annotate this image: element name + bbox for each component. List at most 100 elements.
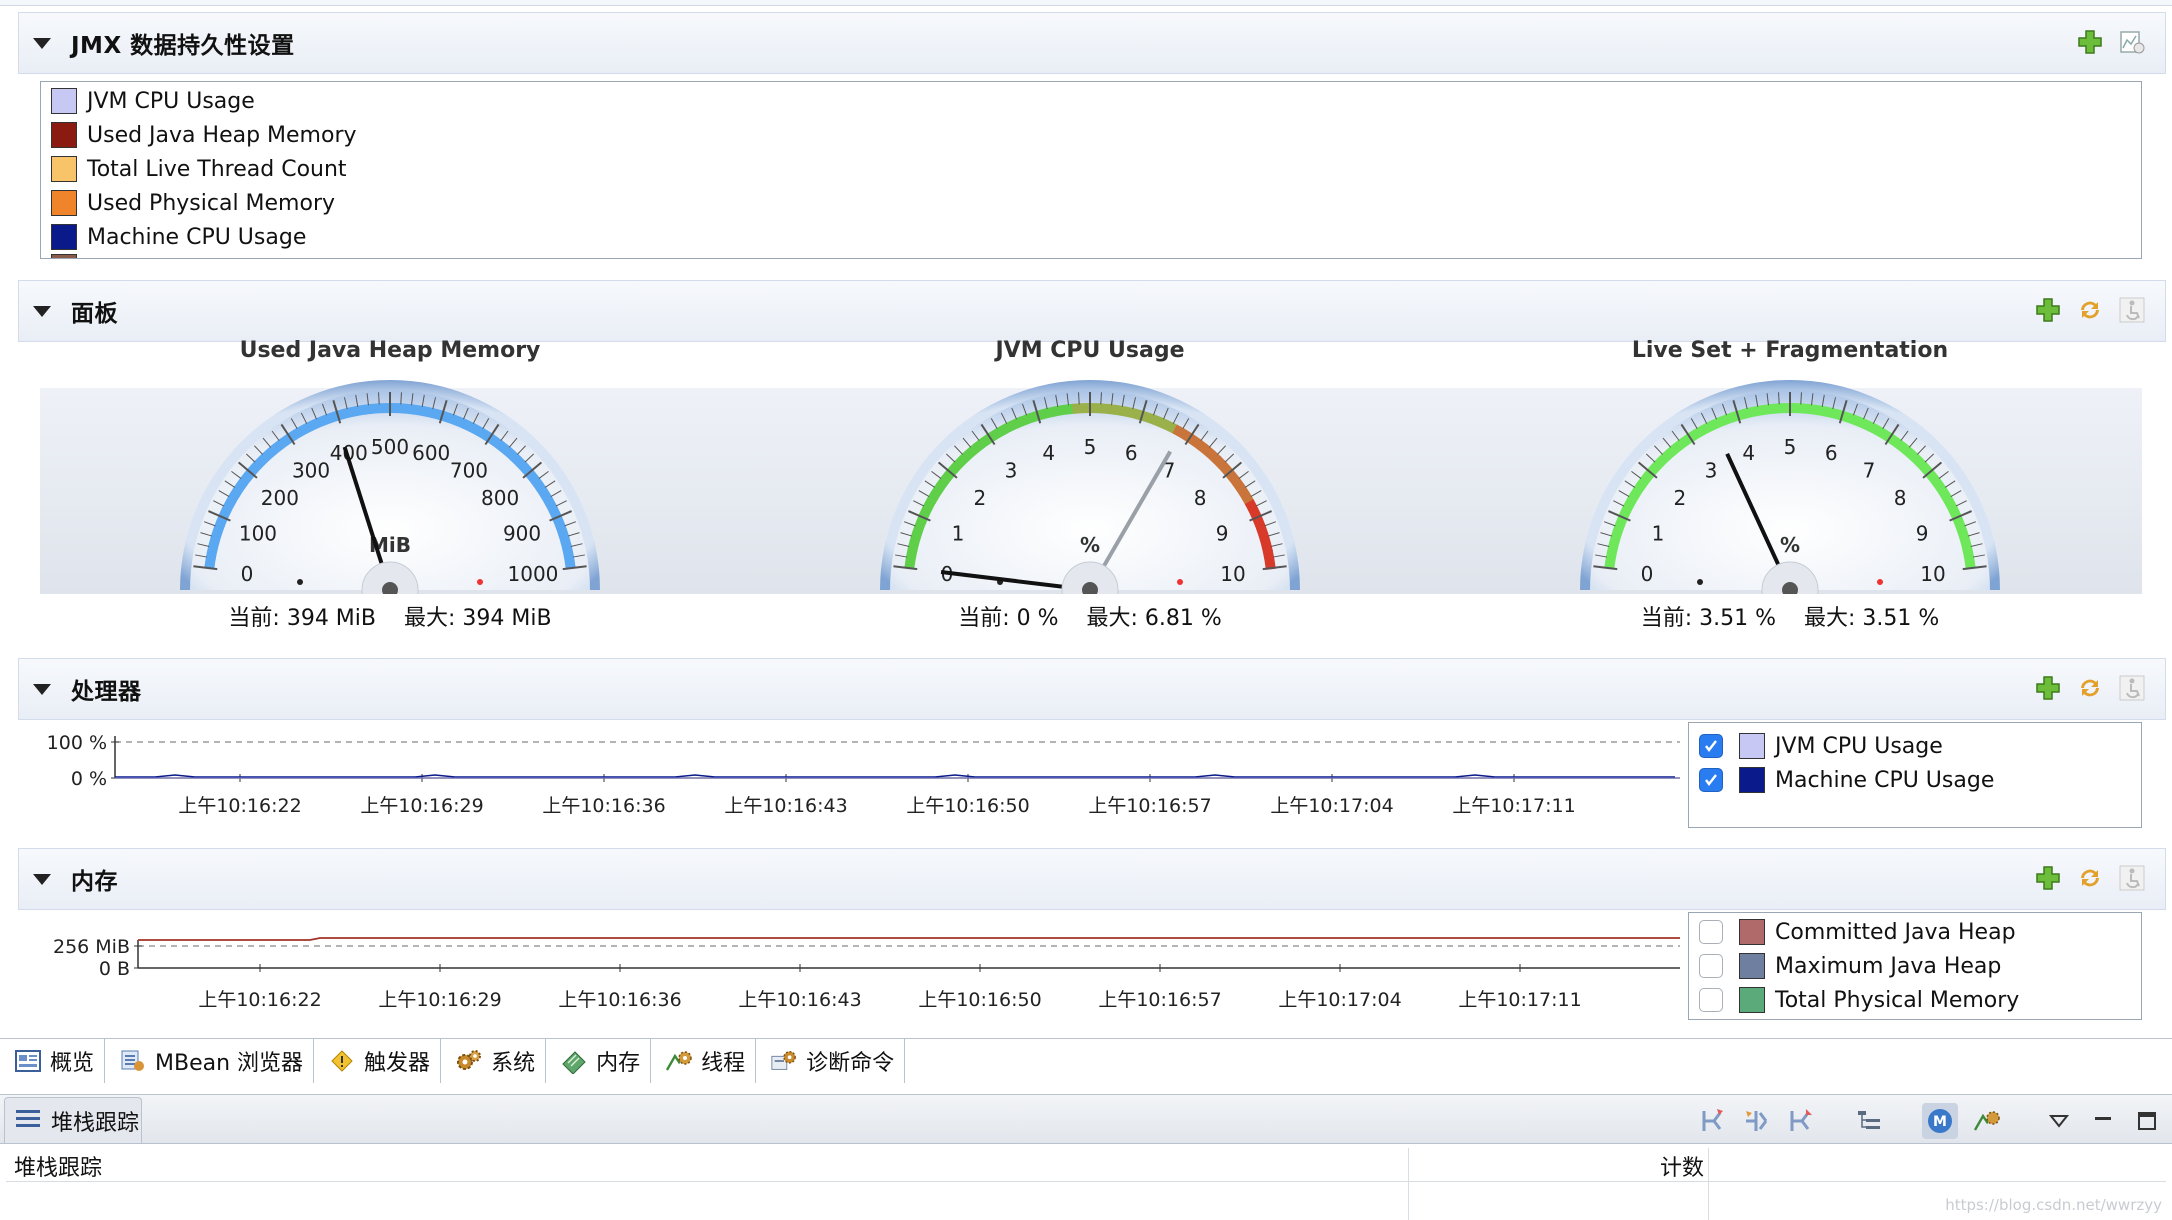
gauge-band (1258, 532, 1273, 553)
watermark-text: https://blog.csdn.net/wwrzyy (1945, 1196, 2162, 1214)
refresh-arrows-icon[interactable] (2075, 863, 2105, 893)
x-tick-label: 上午10:16:43 (738, 989, 861, 1011)
gauge-band (912, 514, 929, 536)
gauge-tick-label: 5 (1084, 435, 1097, 459)
gauge-tick (1078, 392, 1080, 405)
stack-down-arrow-icon[interactable] (1786, 1106, 1816, 1136)
gauge-tick (378, 392, 380, 405)
column-divider[interactable] (1708, 1148, 1709, 1220)
collapse-triangle-icon[interactable] (33, 305, 51, 317)
clipped-list-item (51, 254, 77, 258)
memory-section-header[interactable]: 内存 (18, 848, 2166, 910)
column-header-stack-trace[interactable]: 堆栈跟踪 (14, 1150, 102, 1182)
processor-section-header[interactable]: 处理器 (18, 658, 2166, 720)
column-divider[interactable] (1408, 1148, 1409, 1220)
gauge-band (1036, 406, 1058, 421)
y-tick-label: 0 % (71, 768, 107, 790)
dashboard-section-header[interactable]: 面板 (18, 280, 2166, 342)
color-swatch (51, 224, 77, 250)
checkbox-unchecked[interactable] (1699, 954, 1723, 978)
stack-merge-arrow-icon[interactable] (1742, 1106, 1772, 1136)
legend-label: Machine CPU Usage (1775, 767, 1995, 793)
method-m-icon[interactable]: M (1922, 1103, 1958, 1139)
legend-label: JVM CPU Usage (1775, 733, 1943, 759)
collapse-triangle-icon[interactable] (33, 683, 51, 695)
view-tab-stack-trace[interactable]: 堆栈跟踪 (4, 1097, 142, 1143)
checkbox-unchecked[interactable] (1699, 988, 1723, 1012)
accessibility-icon[interactable] (2117, 295, 2147, 325)
add-plus-icon[interactable] (2075, 27, 2105, 57)
tab-threads[interactable]: 线程 (651, 1039, 757, 1083)
tree-view-icon[interactable] (1854, 1106, 1884, 1136)
list-item[interactable]: JVM CPU Usage (41, 84, 2141, 118)
legend-item[interactable]: Total Physical Memory (1689, 983, 2141, 1017)
tab-overview[interactable]: 概览 (0, 1039, 106, 1083)
list-item[interactable]: Machine CPU Usage (41, 220, 2141, 254)
attribute-label: Total Live Thread Count (87, 156, 347, 182)
maximize-icon[interactable] (2132, 1106, 2162, 1136)
minimize-icon[interactable] (2088, 1106, 2118, 1136)
legend-item[interactable]: JVM CPU Usage (1689, 729, 2141, 763)
gauge-tick-label: 4 (1742, 441, 1755, 465)
color-swatch (1739, 987, 1765, 1013)
tab-label: MBean 浏览器 (155, 1051, 304, 1076)
gauge-tick-label: 9 (1916, 522, 1929, 546)
column-header-count[interactable]: 计数 (1660, 1150, 1704, 1182)
refresh-arrows-icon[interactable] (2075, 673, 2105, 703)
view-menu-chevron-icon[interactable] (2044, 1106, 2074, 1136)
gauge-tick-label: 8 (1194, 486, 1207, 510)
color-swatch (51, 190, 77, 216)
gauge-band (904, 548, 918, 569)
gauge-band (1262, 549, 1276, 570)
tab-mbean-browser[interactable]: MBean 浏览器 (105, 1039, 315, 1083)
tab-triggers[interactable]: 触发器 (314, 1039, 442, 1083)
gauge-band (1123, 406, 1145, 421)
processor-chart[interactable]: 100 % 0 % 上午10:16:22 上午10:16:29 上午10:16:36 上午… (40, 724, 1680, 824)
accessibility-icon[interactable] (2117, 673, 2147, 703)
gauge-dial: 0 1234 5 6 789 10% (1580, 380, 2000, 594)
checkbox-checked[interactable] (1699, 734, 1723, 758)
list-item[interactable]: Total Live Thread Count (41, 152, 2141, 186)
checkbox-unchecked[interactable] (1699, 920, 1723, 944)
gauge-tick-label: 6 (1125, 441, 1138, 465)
collapse-triangle-icon[interactable] (33, 873, 51, 885)
gauge-face (190, 390, 590, 590)
jmx-persistence-section-header[interactable]: JMX 数据持久性设置 (18, 12, 2166, 74)
tab-diagnostic-commands[interactable]: 诊断命令 (756, 1039, 906, 1083)
refresh-arrows-icon[interactable] (2075, 295, 2105, 325)
gauge-tick-label: 5 (1784, 435, 1797, 459)
system-gears-icon (455, 1047, 483, 1075)
color-swatch (1739, 919, 1765, 945)
chart-settings-icon[interactable] (2117, 27, 2147, 57)
gauge-tick-label: 0 (241, 562, 254, 586)
add-plus-icon[interactable] (2033, 295, 2063, 325)
accessibility-icon[interactable] (2117, 863, 2147, 893)
list-item[interactable]: Used Physical Memory (41, 186, 2141, 220)
tab-system[interactable]: 系统 (441, 1039, 547, 1083)
checkbox-checked[interactable] (1699, 768, 1723, 792)
x-tick-label: 上午10:16:36 (558, 989, 681, 1011)
gauge-tick-label: 1 (1652, 522, 1665, 546)
legend-item[interactable]: Maximum Java Heap (1689, 949, 2141, 983)
stack-up-arrow-icon[interactable] (1698, 1106, 1728, 1136)
svg-text:M: M (1933, 1114, 1947, 1130)
tab-memory[interactable]: 内存 (546, 1039, 652, 1083)
memory-chart[interactable]: 256 MiB 0 B 上午10:16:22 上午10:16:29 上午10:16:36… (40, 918, 1680, 1026)
add-plus-icon[interactable] (2033, 863, 2063, 893)
collapse-triangle-icon[interactable] (33, 37, 51, 49)
gauge-tick-label: 300 (292, 459, 330, 483)
thread-gear-icon[interactable] (1972, 1106, 2002, 1136)
gauge-unit-label: % (1780, 533, 1800, 557)
section-title: 面板 (71, 301, 118, 327)
color-swatch (1739, 767, 1765, 793)
jmx-attribute-list[interactable]: JVM CPU Usage Used Java Heap Memory Tota… (40, 81, 2142, 259)
list-item[interactable]: Used Java Heap Memory (41, 118, 2141, 152)
x-tick-label: 上午10:16:50 (918, 989, 1041, 1011)
gauge-face (1590, 390, 1990, 590)
legend-item[interactable]: Machine CPU Usage (1689, 763, 2141, 797)
gauge-tick-label: 10 (1920, 562, 1945, 586)
legend-item[interactable]: Committed Java Heap (1689, 915, 2141, 949)
add-plus-icon[interactable] (2033, 673, 2063, 703)
y-tick-label: 256 MiB (53, 936, 130, 958)
gauge-unit-label: % (1080, 533, 1100, 557)
